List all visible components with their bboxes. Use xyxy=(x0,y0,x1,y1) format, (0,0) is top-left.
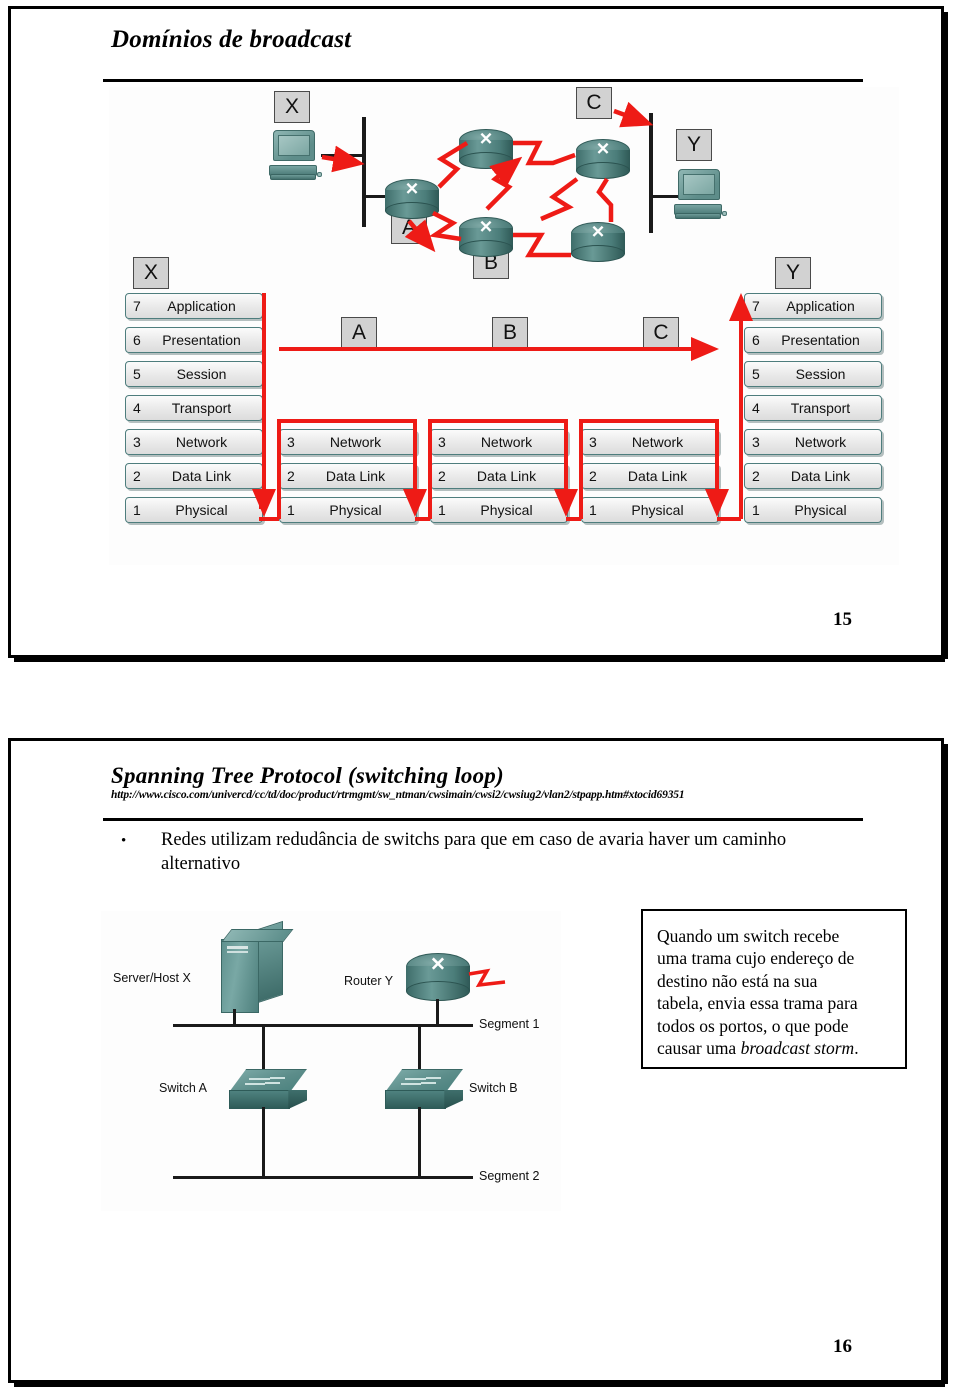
callout-box: Quando um switch recebe uma trama cujo e… xyxy=(641,909,907,1069)
switch-a-uplink xyxy=(262,1027,265,1075)
wan-link-overlay xyxy=(468,968,506,988)
slide-1-page-number: 15 xyxy=(833,609,852,630)
callout-line-6-plain: causar uma xyxy=(657,1037,741,1058)
switch-a-downlink xyxy=(262,1107,265,1179)
server-drop-line xyxy=(233,1009,236,1025)
slide-2-source-url[interactable]: http://www.cisco.com/univercd/cc/td/doc/… xyxy=(111,789,685,801)
callout-line-1: Quando um switch recebe xyxy=(657,926,840,946)
switch-a-label: Switch A xyxy=(159,1081,207,1095)
slide-1-title-rule xyxy=(103,79,863,82)
callout-line-2: uma trama cujo endereço de xyxy=(657,948,855,969)
callout-line-6-end: . xyxy=(854,1037,859,1058)
segment-1-bus xyxy=(173,1024,473,1027)
document-page: Domínios de broadcast X Y C A B ✕ ✕ ✕ ✕ … xyxy=(0,0,960,1390)
slide-1: Domínios de broadcast X Y C A B ✕ ✕ ✕ ✕ … xyxy=(8,6,948,662)
slide-2: Spanning Tree Protocol (switching loop) … xyxy=(8,738,948,1387)
broadcast-domains-osi-diagram: X Y C A B ✕ ✕ ✕ ✕ ✕ X A B C Y 7 Applicat… xyxy=(109,87,899,565)
bullet-text: Redes utilizam redudância de switchs par… xyxy=(161,830,787,874)
slide-2-title-rule xyxy=(103,818,863,821)
switching-loop-diagram: Server/Host X ✕ Router Y Segment 1 Switc… xyxy=(101,911,561,1211)
segment-1-label: Segment 1 xyxy=(479,1017,540,1031)
switch-b-downlink xyxy=(418,1107,421,1179)
callout-line-5: todos os portos, o que pode xyxy=(657,1015,849,1036)
slide-2-title: Spanning Tree Protocol (switching loop) xyxy=(111,763,504,788)
slide-1-title: Domínios de broadcast xyxy=(111,26,352,53)
callout-line-4: tabela, envia essa trama para xyxy=(657,993,858,1014)
osi-flow-overlay xyxy=(252,293,753,521)
slide-2-bullet: • Redes utilizam redudância de switchs p… xyxy=(121,829,821,876)
segment-2-label: Segment 2 xyxy=(479,1169,540,1183)
callout-emphasis-broadcast-storm: broadcast storm xyxy=(740,1037,855,1058)
callout-line-6: causar uma broadcast storm. xyxy=(657,1037,893,1059)
switch-b-uplink xyxy=(418,1027,421,1075)
segment-2-bus xyxy=(173,1176,473,1179)
callout-line-3: destino não está na sua xyxy=(657,970,818,991)
switch-b-icon xyxy=(385,1069,463,1109)
switch-b-label: Switch B xyxy=(469,1081,518,1095)
bullet-marker: • xyxy=(121,833,127,849)
switch-a-icon xyxy=(229,1069,307,1109)
router-drop-line xyxy=(436,999,439,1025)
slide-2-page-number: 16 xyxy=(833,1336,852,1357)
